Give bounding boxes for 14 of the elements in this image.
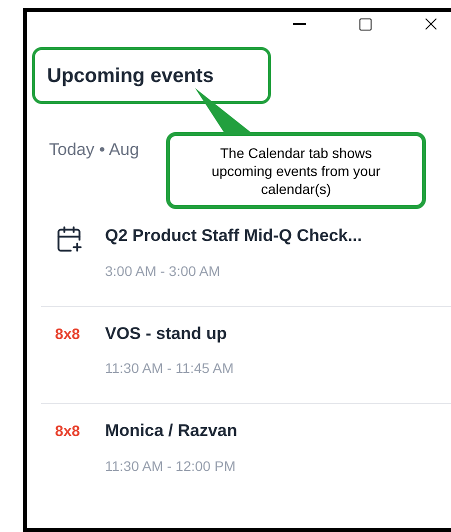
callout-box: The Calendar tab shows upcoming events from your calendar(s) [166, 132, 426, 209]
event-title[interactable]: Q2 Product Staff Mid-Q Check... [105, 223, 362, 248]
app-logo: 8x8 [55, 422, 80, 442]
minimize-icon [292, 23, 306, 25]
app-logo: 8x8 [55, 324, 80, 344]
calendar-add-icon [55, 225, 83, 253]
event-time: 11:30 AM - 12:00 PM [105, 456, 236, 476]
page-title: Upcoming events [47, 64, 214, 88]
event-title[interactable]: Monica / Razvan [105, 418, 238, 444]
date-header: Today • Aug [49, 140, 140, 159]
event-time: 3:00 AM - 3:00 AM [105, 262, 222, 280]
event-title[interactable]: VOS - stand up [105, 320, 234, 346]
event-time: 11:30 AM - 11:45 AM [105, 359, 234, 378]
maximize-icon [358, 16, 372, 32]
